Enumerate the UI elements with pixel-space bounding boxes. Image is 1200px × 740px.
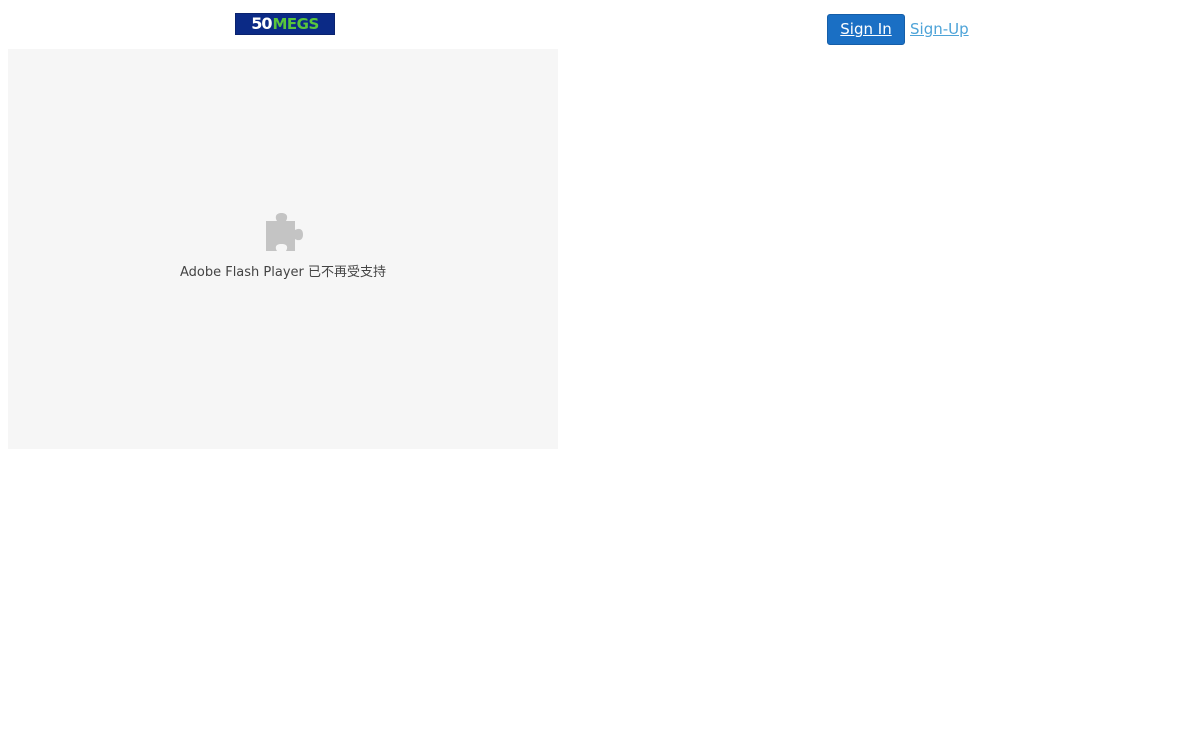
puzzle-piece-icon bbox=[266, 213, 303, 251]
page: 50 MEGS Sign In Sign-Up Adobe Flash Playe… bbox=[0, 0, 1200, 740]
logo-digits: 50 bbox=[251, 14, 272, 33]
site-logo[interactable]: 50 MEGS bbox=[235, 13, 335, 35]
flash-plugin-placeholder: Adobe Flash Player 已不再受支持 bbox=[8, 49, 558, 449]
flash-unsupported-message: Adobe Flash Player 已不再受支持 bbox=[179, 265, 387, 280]
logo-text: MEGS bbox=[272, 15, 319, 33]
sign-up-link[interactable]: Sign-Up bbox=[910, 19, 969, 39]
sign-in-button[interactable]: Sign In bbox=[827, 14, 905, 45]
